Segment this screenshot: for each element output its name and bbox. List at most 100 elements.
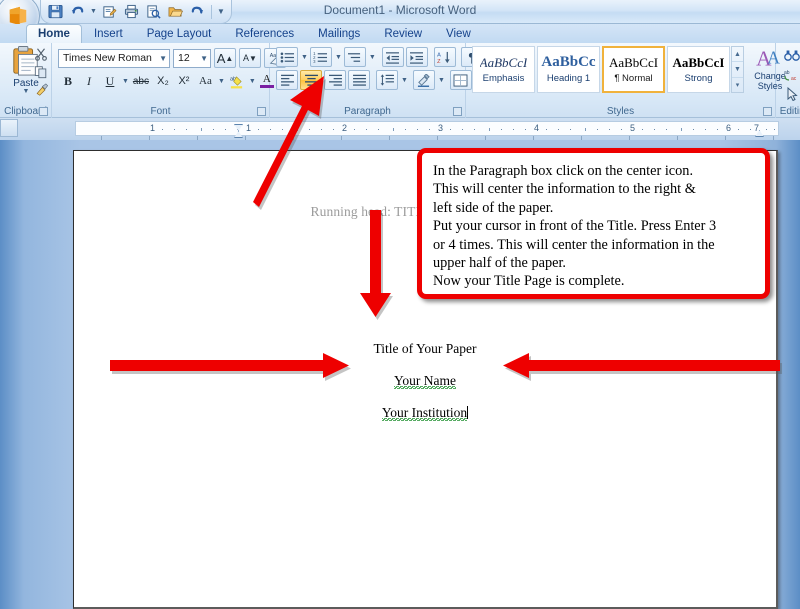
- style-preview: AaBbCcI: [609, 55, 658, 70]
- cut-icon[interactable]: [32, 46, 50, 62]
- chevron-down-icon[interactable]: ▼: [155, 54, 167, 63]
- clipboard-dialog-launcher[interactable]: [39, 107, 48, 116]
- tab-mailings[interactable]: Mailings: [306, 24, 372, 43]
- tab-review[interactable]: Review: [372, 24, 434, 43]
- ruler-number: 2: [342, 123, 347, 133]
- font-group-label: Font: [52, 106, 269, 117]
- horizontal-ruler[interactable]: 1 1 2 3 4 5 6 7: [75, 121, 779, 136]
- window-title: Document1 - Microsoft Word: [0, 3, 800, 17]
- decrease-indent-button[interactable]: [382, 47, 404, 67]
- font-name-combo[interactable]: Times New Roman ▼: [58, 49, 170, 68]
- line-spacing-dropdown-icon[interactable]: ▼: [401, 77, 408, 84]
- format-painter-icon[interactable]: [32, 82, 50, 98]
- tab-mailings-label: Mailings: [318, 28, 360, 40]
- styles-dialog-launcher[interactable]: [763, 107, 772, 116]
- style-item-emphasis[interactable]: AaBbCcI Emphasis: [472, 46, 535, 93]
- justify-button[interactable]: [348, 70, 370, 90]
- tab-home[interactable]: Home: [26, 24, 82, 43]
- style-item-strong[interactable]: AaBbCcI Strong: [667, 46, 730, 93]
- ruler-number: 4: [534, 123, 539, 133]
- ruler-number: 6: [726, 123, 731, 133]
- bullets-button[interactable]: [276, 47, 298, 67]
- editing-group-label: Editing: [772, 106, 800, 117]
- italic-label: I: [87, 74, 91, 89]
- font-size-value: 12: [178, 52, 190, 64]
- tab-stop-selector[interactable]: [0, 119, 18, 137]
- styles-gallery[interactable]: AaBbCcI Emphasis AaBbCc Heading 1 AaBbCc…: [472, 46, 730, 93]
- shading-dropdown-icon[interactable]: ▼: [438, 77, 445, 84]
- paste-dropdown-icon[interactable]: ▼: [23, 89, 30, 95]
- text-cursor: [467, 406, 468, 419]
- style-name: Strong: [685, 73, 713, 84]
- bold-button[interactable]: B: [58, 71, 78, 91]
- cursor-icon: [785, 87, 799, 101]
- styles-scroll-up-icon[interactable]: ▲: [732, 47, 743, 62]
- arrow-left-to-title-block: [495, 352, 785, 384]
- style-name: Emphasis: [483, 73, 525, 84]
- italic-button[interactable]: I: [79, 71, 99, 91]
- multilevel-dropdown-icon[interactable]: ▼: [369, 54, 376, 61]
- increase-indent-button[interactable]: [406, 47, 428, 67]
- change-case-button[interactable]: Aa: [195, 71, 216, 91]
- ruler-number: 5: [630, 123, 635, 133]
- callout-line: This will center the information to the …: [433, 180, 754, 198]
- numbering-button[interactable]: 123: [310, 47, 332, 67]
- font-name-value: Times New Roman: [63, 52, 152, 64]
- styles-group-label: Styles: [466, 106, 775, 117]
- replace-icon: ab ac: [784, 68, 800, 82]
- arrow-right-to-title-block: [105, 352, 355, 384]
- callout-line: left side of the paper.: [433, 199, 754, 217]
- grow-font-button[interactable]: A▲: [214, 48, 236, 68]
- ruler-area: 1 1 2 3 4 5 6 7: [0, 118, 800, 140]
- line-spacing-button[interactable]: [376, 70, 398, 90]
- subscript-label: X₂: [157, 75, 169, 87]
- ruler-number: 7: [754, 123, 759, 133]
- tab-insert[interactable]: Insert: [82, 24, 135, 43]
- underline-dropdown-icon[interactable]: ▼: [122, 78, 129, 85]
- tab-page-layout[interactable]: Page Layout: [135, 24, 224, 43]
- replace-button[interactable]: ab ac: [782, 67, 800, 83]
- style-item-heading-1[interactable]: AaBbCc Heading 1: [537, 46, 600, 93]
- svg-text:ac: ac: [791, 76, 797, 82]
- style-preview: AaBbCcI: [480, 55, 528, 70]
- superscript-button[interactable]: X²: [174, 71, 194, 91]
- instruction-callout: In the Paragraph box click on the center…: [417, 148, 770, 299]
- bullets-dropdown-icon[interactable]: ▼: [301, 54, 308, 61]
- tab-page-layout-label: Page Layout: [147, 28, 212, 40]
- styles-gallery-scrollbar[interactable]: ▲ ▼ ▾: [731, 46, 744, 93]
- callout-line: Put your cursor in front of the Title. P…: [433, 217, 754, 235]
- underline-button[interactable]: U: [100, 71, 120, 91]
- shading-button[interactable]: [413, 70, 435, 90]
- tab-references[interactable]: References: [223, 24, 306, 43]
- shrink-font-button[interactable]: A▼: [239, 48, 261, 68]
- select-button[interactable]: [782, 86, 800, 102]
- underline-label: U: [106, 74, 115, 89]
- superscript-label: X²: [178, 75, 189, 87]
- tab-home-label: Home: [38, 28, 70, 40]
- style-preview: AaBbCcI: [672, 55, 724, 70]
- author-name: Your Name: [394, 373, 456, 389]
- svg-text:3: 3: [314, 59, 317, 64]
- find-button[interactable]: [782, 48, 800, 64]
- copy-icon[interactable]: [32, 64, 50, 80]
- styles-more-icon[interactable]: ▾: [732, 78, 743, 92]
- strikethrough-button[interactable]: abc: [130, 71, 152, 91]
- style-item-normal[interactable]: AaBbCcI ¶ Normal: [602, 46, 665, 93]
- tab-review-label: Review: [384, 28, 422, 40]
- numbering-dropdown-icon[interactable]: ▼: [335, 54, 342, 61]
- ribbon: Paste ▼ Clipboard: [0, 43, 800, 118]
- tab-view[interactable]: View: [434, 24, 483, 43]
- subscript-button[interactable]: X₂: [153, 71, 173, 91]
- multilevel-list-button[interactable]: [344, 47, 366, 67]
- callout-line: In the Paragraph box click on the center…: [433, 162, 754, 180]
- tab-references-label: References: [235, 28, 294, 40]
- change-case-dropdown-icon[interactable]: ▼: [218, 78, 225, 85]
- ribbon-group-clipboard: Paste ▼ Clipboard: [0, 43, 52, 118]
- font-size-combo[interactable]: 12 ▼: [173, 49, 211, 68]
- paragraph-dialog-launcher[interactable]: [453, 107, 462, 116]
- styles-scroll-down-icon[interactable]: ▼: [732, 62, 743, 77]
- sort-button[interactable]: AZ: [434, 47, 456, 67]
- chevron-down-icon[interactable]: ▼: [196, 54, 208, 63]
- strikethrough-label: abc: [133, 76, 149, 87]
- ribbon-tab-bar: Home Insert Page Layout References Maili…: [0, 24, 800, 43]
